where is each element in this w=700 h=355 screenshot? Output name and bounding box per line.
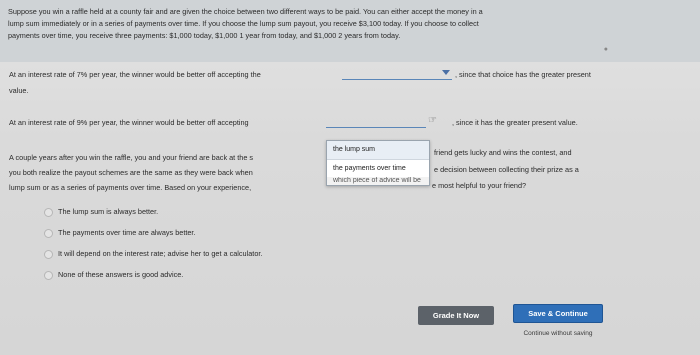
- menu-option-lump-sum[interactable]: the lump sum: [327, 141, 429, 159]
- continue-without-saving-link[interactable]: Continue without saving: [513, 330, 603, 337]
- answer-options: The lump sum is always better. The payme…: [44, 206, 262, 290]
- q3-line2: you both realize the payout schemes are …: [9, 168, 253, 177]
- q3-line3-right: e most helpful to your friend?: [432, 181, 527, 190]
- q1-prefix: At an interest rate of 7% per year, the …: [9, 70, 261, 79]
- assignment-page: Suppose you win a raffle held at a count…: [0, 0, 700, 355]
- q2-dropdown-menu: the lump sum the payments over time whic…: [326, 140, 430, 186]
- radio-button[interactable]: [44, 208, 53, 217]
- q2-dropdown[interactable]: [326, 117, 426, 128]
- radio-button[interactable]: [44, 229, 53, 238]
- intro-line: payments over time, you receive three pa…: [8, 31, 401, 40]
- corner-marker-icon: ●: [603, 46, 608, 53]
- menu-option-payments-over-time[interactable]: the payments over time: [327, 159, 429, 177]
- q1-dropdown[interactable]: [342, 69, 452, 80]
- q3-line1-right: friend gets lucky and wins the contest, …: [434, 148, 572, 157]
- radio-button[interactable]: [44, 250, 53, 259]
- chevron-down-icon: [442, 70, 450, 75]
- intro-line: lump sum immediately or in a series of p…: [8, 19, 479, 28]
- q3-line1: A couple years after you win the raffle,…: [9, 153, 254, 162]
- answer-option[interactable]: None of these answers is good advice.: [44, 269, 262, 280]
- q1-wrap: value.: [9, 86, 29, 95]
- radio-button[interactable]: [44, 271, 53, 280]
- menu-option-partial[interactable]: which piece of advice will be: [327, 177, 429, 185]
- q1-suffix: , since that choice has the greater pres…: [455, 70, 591, 79]
- save-and-continue-button[interactable]: Save & Continue: [513, 304, 603, 323]
- intro-line: Suppose you win a raffle held at a count…: [8, 7, 483, 16]
- answer-label: None of these answers is good advice.: [58, 270, 184, 279]
- problem-statement: Suppose you win a raffle held at a count…: [0, 0, 700, 62]
- answer-option[interactable]: The lump sum is always better.: [44, 206, 262, 217]
- answer-option[interactable]: It will depend on the interest rate; adv…: [44, 248, 262, 259]
- q2-prefix: At an interest rate of 9% per year, the …: [9, 118, 249, 127]
- answer-option[interactable]: The payments over time are always better…: [44, 227, 262, 238]
- q2-suffix: , since it has the greater present value…: [452, 118, 578, 127]
- grade-it-now-button[interactable]: Grade It Now: [418, 306, 494, 325]
- q3-line2-right: e decision between collecting their priz…: [434, 165, 579, 174]
- answer-label: It will depend on the interest rate; adv…: [58, 249, 263, 258]
- q3-line3: lump sum or as a series of payments over…: [9, 183, 252, 192]
- answer-label: The payments over time are always better…: [58, 228, 196, 237]
- answer-label: The lump sum is always better.: [58, 207, 159, 216]
- pointer-cursor-icon: ☞: [428, 115, 437, 126]
